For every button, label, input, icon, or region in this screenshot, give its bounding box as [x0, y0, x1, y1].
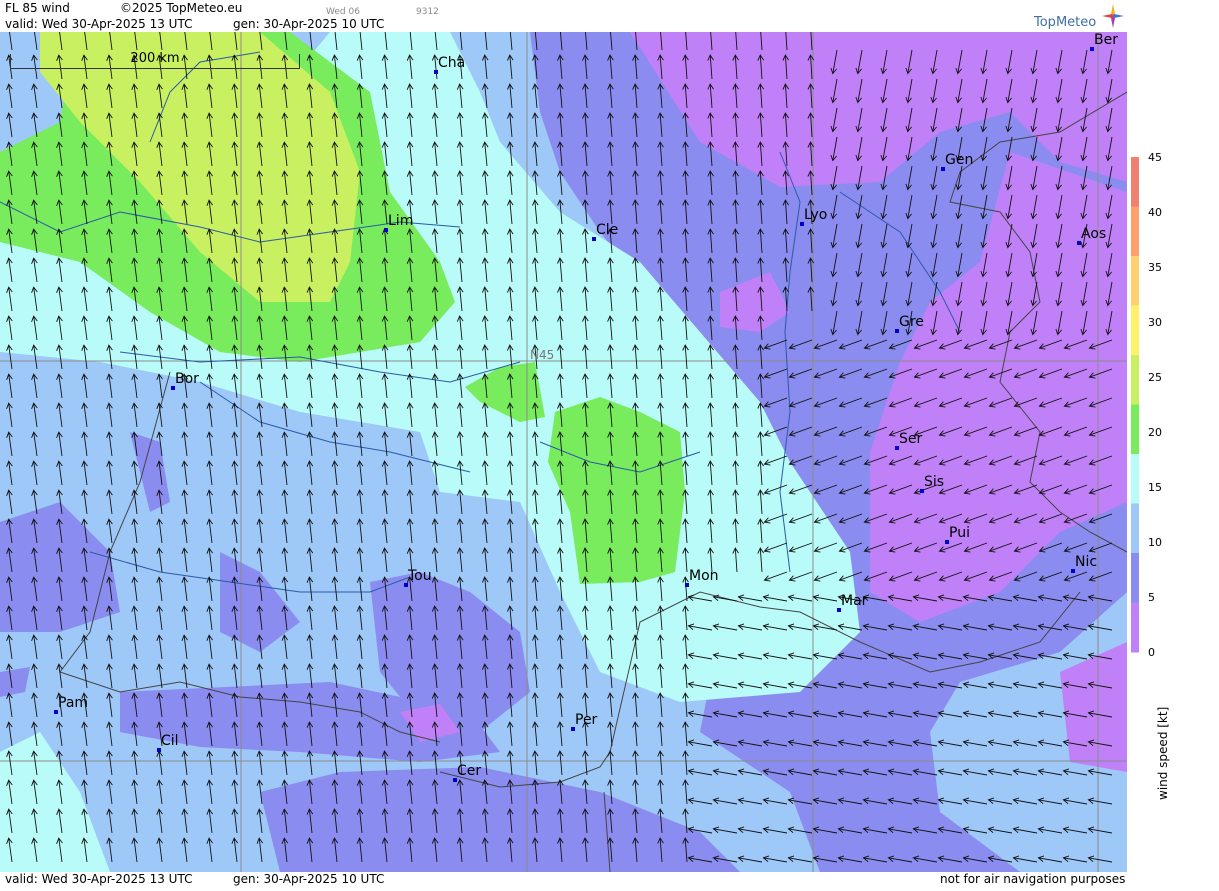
- scale-label: 200 km: [130, 51, 180, 66]
- generated-time: gen: 30-Apr-2025 10 UTC: [233, 17, 385, 31]
- legend-color-step: [1131, 355, 1139, 405]
- city-label: Gre: [899, 314, 924, 330]
- legend-tick-label: 10: [1148, 536, 1162, 549]
- legend-tick-label: 0: [1148, 646, 1155, 659]
- city-label: Ser: [899, 431, 923, 447]
- city-label: Nic: [1075, 554, 1098, 570]
- legend-tick-label: 45: [1148, 151, 1162, 164]
- legend-color-step: [1131, 305, 1139, 356]
- city-label: Pam: [58, 695, 89, 711]
- city-label: Mar: [841, 593, 868, 609]
- legend-tick-label: 5: [1148, 591, 1155, 604]
- city-label: Mon: [689, 568, 719, 584]
- legend-color-step: [1131, 206, 1139, 257]
- legend-tick-label: 35: [1148, 261, 1162, 274]
- legend-color-step: [1131, 157, 1139, 207]
- city-label: Gen: [945, 152, 974, 168]
- city-label: Cle: [596, 222, 619, 238]
- city-label: Aos: [1081, 226, 1107, 242]
- disclaimer: not for air navigation purposes: [940, 872, 1126, 886]
- city-label: Pui: [949, 525, 970, 541]
- city-label: Ber: [1094, 32, 1118, 48]
- product-title: FL 85 wind: [5, 1, 70, 15]
- valid-time: valid: Wed 30-Apr-2025 13 UTC: [5, 17, 193, 31]
- legend-color-step: [1131, 454, 1139, 504]
- legend-color-step: [1131, 602, 1139, 653]
- wind-speed-legend: 45 40 35 30 25 20 15 10 5 0 wind speed [kt]: [1127, 0, 1219, 887]
- city-label: Cer: [457, 763, 482, 779]
- legend-color-step: [1131, 256, 1139, 306]
- wind-map[interactable]: N45 200 km Cha Ber Gen Lim Cle Lyo Aos G…: [0, 32, 1127, 872]
- legend-title: wind speed [kt]: [1156, 707, 1170, 800]
- copyright: ©2025 TopMeteo.eu: [120, 1, 243, 15]
- legend-tick-label: 15: [1148, 481, 1162, 494]
- legend-color-step: [1131, 503, 1139, 554]
- legend-tick-label: 40: [1148, 206, 1162, 219]
- city-label: Sis: [924, 474, 945, 490]
- scale-bar: 200 km: [10, 51, 300, 69]
- legend-colorbar: 45 40 35 30 25 20 15 10 5 0 wind speed [kt]: [1131, 151, 1170, 800]
- map-header: FL 85 wind ©2025 TopMeteo.eu Wed 06 9312…: [0, 0, 1127, 32]
- city-label: Cha: [438, 55, 466, 71]
- chart-code: 9312: [416, 7, 439, 17]
- legend-color-step: [1131, 404, 1139, 455]
- city-label: Tou: [408, 568, 432, 584]
- city-label: Lyo: [804, 207, 828, 223]
- city-label: Lim: [388, 213, 414, 229]
- legend-color-step: [1131, 553, 1139, 603]
- map-footer: valid: Wed 30-Apr-2025 13 UTC gen: 30-Ap…: [0, 872, 1127, 887]
- legend-tick-label: 30: [1148, 316, 1162, 329]
- topmeteo-logo: TopMeteo: [1032, 4, 1124, 32]
- city-label: Per: [575, 712, 598, 728]
- logo-text: TopMeteo: [1034, 15, 1097, 30]
- compass-star-icon: [1102, 4, 1124, 28]
- legend-tick-label: 20: [1148, 426, 1162, 439]
- footer-generated-time: gen: 30-Apr-2025 10 UTC: [233, 872, 385, 886]
- footer-valid-time: valid: Wed 30-Apr-2025 13 UTC: [5, 872, 193, 886]
- city-label: Bor: [175, 371, 199, 387]
- latitude-label: N45: [530, 348, 554, 362]
- legend-tick-label: 25: [1148, 371, 1162, 384]
- city-label: Cil: [161, 733, 179, 749]
